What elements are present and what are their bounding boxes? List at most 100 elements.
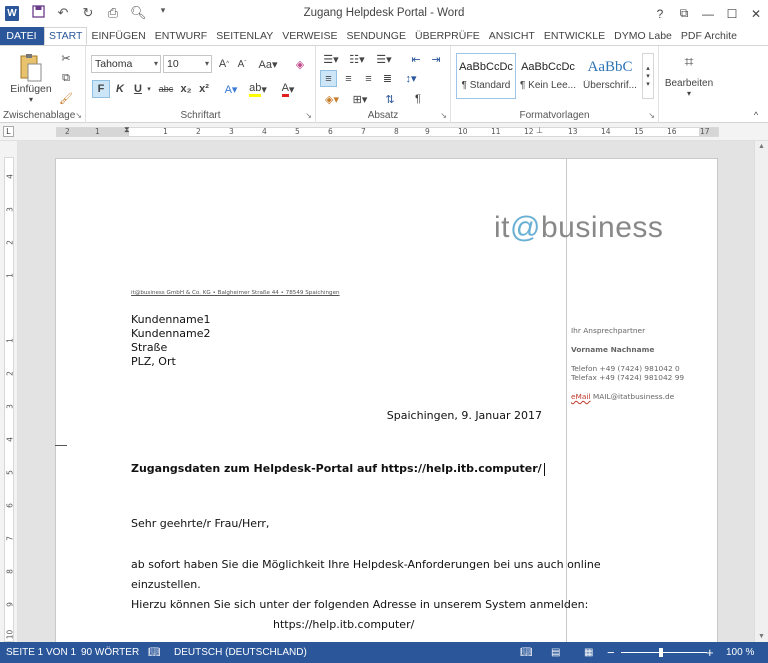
read-mode-icon[interactable]: 📖︎ xyxy=(520,647,533,658)
ruler-num: 2 xyxy=(196,127,201,136)
change-case-icon[interactable]: Aa▾ xyxy=(256,56,280,72)
tab-verweise[interactable]: VERWEISE xyxy=(278,27,342,45)
word-count[interactable]: 90 WÖRTER xyxy=(81,647,139,658)
close-icon[interactable]: ✕ xyxy=(744,0,768,27)
tab-ansicht[interactable]: ANSICHT xyxy=(485,27,540,45)
word-window: W ↶ ↻ ⎙ 🔍︎ ▾ Zugang Helpdesk Portal - Wo… xyxy=(0,0,768,663)
align-left-button[interactable]: ≡ xyxy=(320,70,337,87)
zoom-level[interactable]: 100 % xyxy=(726,647,754,658)
line-spacing-icon[interactable]: ↕▾ xyxy=(400,70,422,87)
vertical-scrollbar[interactable]: ▲ ▼ xyxy=(754,141,768,642)
zoom-out-icon[interactable]: − xyxy=(607,645,615,660)
tab-datei[interactable]: DATEI xyxy=(0,27,44,45)
web-layout-icon[interactable]: ▦ xyxy=(584,647,593,658)
ruler-strip[interactable]: 2 1 1 2 3 4 5 6 7 8 9 10 11 12 13 14 15 … xyxy=(56,127,719,137)
indent-marker-icon[interactable]: ⧗ xyxy=(124,125,130,135)
align-center-button[interactable]: ≡ xyxy=(340,70,357,87)
text-effects-icon[interactable]: A▾ xyxy=(220,81,242,97)
print-layout-icon[interactable]: ▤ xyxy=(551,647,560,658)
editing-button[interactable]: ⌗ Bearbeiten ▾ xyxy=(665,50,713,102)
zoom-slider-thumb[interactable] xyxy=(659,648,663,657)
font-size-combo[interactable]: 10 ▾ xyxy=(163,55,212,73)
paste-button[interactable]: Einfügen ▾ xyxy=(10,50,52,106)
multilevel-list-icon[interactable]: ☰▾ xyxy=(372,51,396,67)
style-standard[interactable]: AaBbCcDc ¶ Standard xyxy=(456,53,516,99)
italic-button[interactable]: K xyxy=(112,81,128,97)
collapse-ribbon-icon[interactable]: ^ xyxy=(750,109,762,121)
underline-button[interactable]: U xyxy=(130,81,146,97)
bold-button[interactable]: F xyxy=(92,80,110,98)
tab-entwicklertools[interactable]: ENTWICKLE xyxy=(540,27,610,45)
font-name-combo[interactable]: Tahoma ▾ xyxy=(91,55,161,73)
portal-link[interactable]: https://help.itb.computer/ xyxy=(273,618,414,631)
vruler-num: 2 xyxy=(5,240,15,245)
document-page[interactable]: it@business it@business GmbH & Co. KG • … xyxy=(55,158,718,642)
vruler-num: 6 xyxy=(5,503,15,508)
ruler-num: 5 xyxy=(295,127,300,136)
decrease-indent-icon[interactable]: ⇤ xyxy=(408,51,424,67)
tab-ueberpruefen[interactable]: ÜBERPRÜFE xyxy=(411,27,485,45)
sort-icon[interactable]: ⇅ xyxy=(382,91,398,107)
language-status[interactable]: DEUTSCH (DEUTSCHLAND) xyxy=(174,647,307,658)
maximize-icon[interactable]: ☐ xyxy=(720,0,744,27)
shading-icon[interactable]: ◈▾ xyxy=(320,91,344,107)
copy-icon[interactable]: ⧉ xyxy=(58,70,74,86)
scroll-up-icon[interactable]: ▲ xyxy=(758,143,765,150)
document-area[interactable]: it@business it@business GmbH & Co. KG • … xyxy=(18,141,754,642)
style-no-spacing-sample: AaBbCcDc xyxy=(521,61,575,73)
font-launcher-icon[interactable]: ↘ xyxy=(305,111,312,120)
tab-dymo[interactable]: DYMO Labe xyxy=(610,27,677,45)
underline-dropdown-icon[interactable]: ▾ xyxy=(145,81,153,97)
style-heading[interactable]: AaBbC Überschrif... xyxy=(580,53,640,99)
shrink-font-icon[interactable]: Aˇ xyxy=(234,56,250,72)
superscript-button[interactable]: x² xyxy=(196,81,212,97)
grow-font-icon[interactable]: A ^ xyxy=(216,56,232,72)
align-right-button[interactable]: ≡ xyxy=(360,70,377,87)
tab-einfuegen[interactable]: EINFÜGEN xyxy=(87,27,150,45)
subscript-button[interactable]: x₂ xyxy=(178,81,194,97)
ribbon: Einfügen ▾ ✂ ⧉ 🖌︎ Zwischenablage ↘ Tahom… xyxy=(0,46,768,123)
tab-stop-marker-icon[interactable]: ⊥ xyxy=(536,126,543,135)
tab-pdf-architect[interactable]: PDF Archite xyxy=(677,27,742,45)
ruler-num: 13 xyxy=(568,127,578,136)
address-line: Kundenname1 xyxy=(131,313,211,326)
help-icon[interactable]: ? xyxy=(648,0,672,27)
show-formatting-icon[interactable]: ¶ xyxy=(410,91,426,107)
bullets-icon[interactable]: ☰▾ xyxy=(320,51,342,67)
clear-formatting-icon[interactable]: ◈ xyxy=(292,56,308,72)
styles-scroll-icon[interactable]: ▴ ▾ ▾ xyxy=(642,53,654,99)
numbering-icon[interactable]: ☷▾ xyxy=(346,51,368,67)
proofing-icon[interactable]: 📖︎ xyxy=(148,647,161,658)
zoom-slider[interactable] xyxy=(621,652,707,653)
ribbon-display-icon[interactable]: ⧉ xyxy=(672,0,696,27)
borders-icon[interactable]: ⊞▾ xyxy=(348,91,372,107)
font-color-icon[interactable]: A ▾ xyxy=(276,81,300,97)
scroll-down-icon[interactable]: ▼ xyxy=(758,633,765,640)
styles-group-label: Formatvorlagen xyxy=(519,110,590,121)
clipboard-launcher-icon[interactable]: ↘ xyxy=(75,111,82,120)
tab-start[interactable]: START xyxy=(44,27,88,45)
tab-seitenlayout[interactable]: SEITENLAY xyxy=(212,27,278,45)
page-count[interactable]: SEITE 1 VON 1 xyxy=(6,647,76,658)
style-no-spacing[interactable]: AaBbCcDc ¶ Kein Lee... xyxy=(518,53,578,99)
body-line-2: einzustellen. xyxy=(131,578,201,591)
paragraph-launcher-icon[interactable]: ↘ xyxy=(440,111,447,120)
strikethrough-button[interactable]: abc xyxy=(156,81,176,97)
tab-selector-icon[interactable]: L xyxy=(3,126,14,137)
format-painter-icon[interactable]: 🖌︎ xyxy=(58,90,74,106)
fold-mark xyxy=(55,445,67,446)
styles-launcher-icon[interactable]: ↘ xyxy=(648,111,655,120)
style-heading-name: Überschrif... xyxy=(583,80,637,91)
ribbon-tabs: DATEI START EINFÜGEN ENTWURF SEITENLAY V… xyxy=(0,27,768,46)
highlight-color-icon[interactable]: ab ▾ xyxy=(246,81,270,97)
tab-sendungen[interactable]: SENDUNGE xyxy=(342,27,411,45)
ruler-num: 16 xyxy=(667,127,677,136)
tab-entwurf[interactable]: ENTWURF xyxy=(151,27,213,45)
cut-icon[interactable]: ✂ xyxy=(58,50,74,66)
zoom-in-icon[interactable]: + xyxy=(706,645,714,660)
justify-button[interactable]: ≣ xyxy=(379,70,396,87)
contact-name: Vorname Nachname xyxy=(571,345,655,354)
vruler-strip[interactable]: 4 3 2 1 1 2 3 4 5 6 7 8 9 10 xyxy=(4,157,15,642)
increase-indent-icon[interactable]: ⇥ xyxy=(428,51,444,67)
minimize-icon[interactable]: — xyxy=(696,0,720,27)
